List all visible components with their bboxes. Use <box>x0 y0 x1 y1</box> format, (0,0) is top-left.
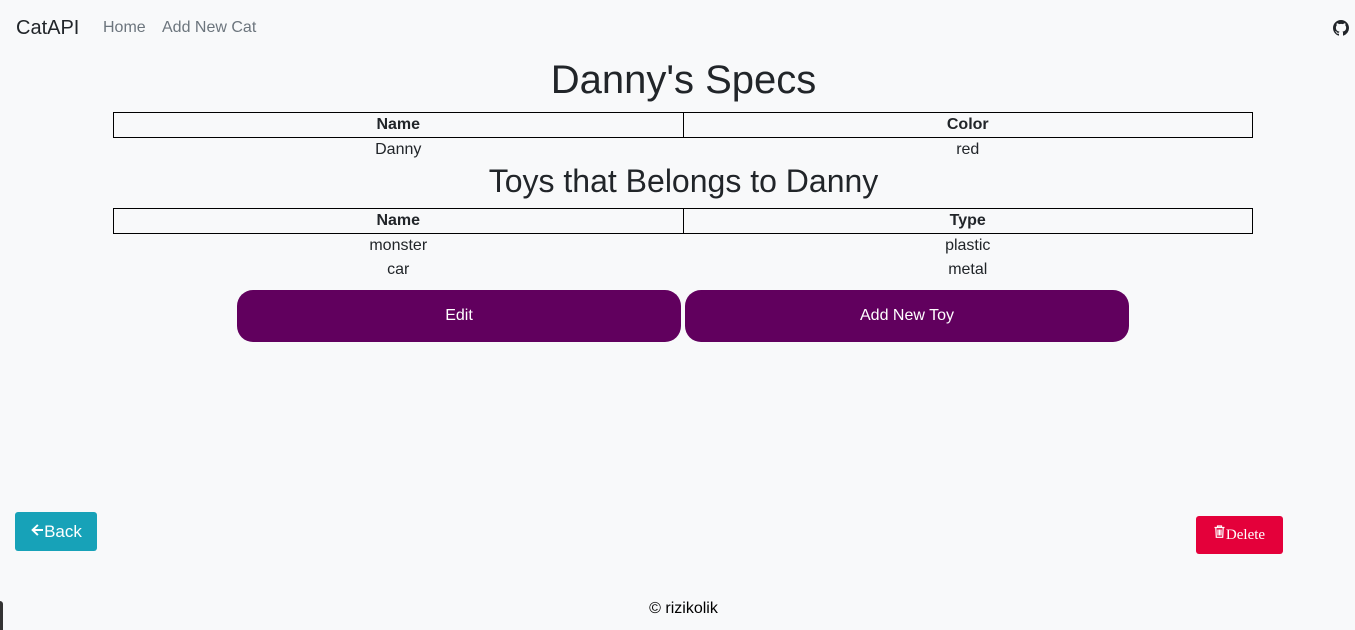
toy-name-cell: monster <box>369 237 428 254</box>
back-button[interactable]: Back <box>15 512 97 551</box>
cat-color-cell: red <box>956 141 980 158</box>
table-row: Danny red <box>114 138 1253 163</box>
footer-copyright: © rizikolik <box>649 600 718 617</box>
arrow-left-icon <box>30 512 44 551</box>
trash-icon <box>1214 515 1225 553</box>
delete-label: Delete <box>1225 527 1266 543</box>
scroll-handle <box>0 601 3 630</box>
toys-title: Toys that Belongs to Danny <box>488 163 879 199</box>
cat-name-cell: Danny <box>375 141 422 158</box>
column-header-name: Name <box>113 208 684 234</box>
table-row: monster plastic <box>114 234 1253 259</box>
back-label: Back <box>44 522 82 541</box>
column-header-color: Color <box>682 112 1253 138</box>
page-title: Danny's Specs <box>550 58 817 102</box>
table-header-row: Name Color <box>113 112 1253 138</box>
column-header-name: Name <box>113 112 684 138</box>
brand-link[interactable]: CatAPI <box>16 14 79 42</box>
cat-specs-table: Name Color Danny red <box>113 112 1253 162</box>
delete-button[interactable]: Delete <box>1196 516 1283 554</box>
table-header-row: Name Type <box>113 208 1253 234</box>
edit-button[interactable]: Edit <box>237 290 681 342</box>
github-icon[interactable] <box>1333 20 1349 36</box>
toy-type-cell: plastic <box>945 237 991 254</box>
toy-name-cell: car <box>387 261 410 278</box>
column-header-type: Type <box>682 208 1253 234</box>
toys-table: Name Type monster plastic car metal <box>113 208 1253 282</box>
add-new-toy-button[interactable]: Add New Toy <box>685 290 1129 342</box>
nav-home-link[interactable]: Home <box>103 17 146 39</box>
navbar: CatAPI Home Add New Cat <box>0 0 1355 56</box>
toy-type-cell: metal <box>948 261 988 278</box>
nav-add-new-cat-link[interactable]: Add New Cat <box>162 17 256 39</box>
table-row: car metal <box>114 258 1253 282</box>
